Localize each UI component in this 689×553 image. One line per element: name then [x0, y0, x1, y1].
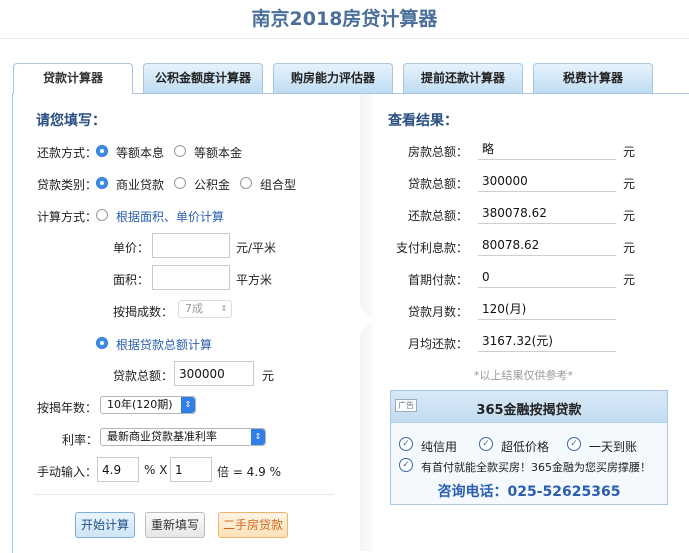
check-icon: ✓ [479, 437, 493, 451]
total-loan-unit: 元 [262, 369, 275, 383]
result-value-monthly: 3167.32(元) [478, 332, 616, 352]
repay-method-label: 还款方式： [37, 146, 98, 160]
tab-affordability-assessor[interactable]: 购房能力评估器 [273, 63, 393, 93]
result-value-loan-total: 300000 [478, 172, 616, 192]
form-panel [13, 94, 359, 551]
result-value-interest: 80078.62 [478, 236, 616, 256]
result-label-house-total: 房款总额： [407, 145, 468, 159]
rate-multiplier-input[interactable] [170, 457, 212, 482]
rate-select[interactable]: 最新商业贷款基准利率 ⇕ [100, 428, 266, 446]
tab-loan-calculator[interactable]: 贷款计算器 [13, 63, 133, 94]
ad-phone[interactable]: 咨询电话：025-52625365 [391, 481, 667, 501]
radio-commercial-loan[interactable] [96, 177, 108, 189]
result-unit-repay-total: 元 [623, 209, 636, 223]
by-total-loan-label: 根据贷款总额计算 [116, 338, 213, 352]
check-icon: ✓ [567, 437, 581, 451]
divider-arrow [360, 306, 372, 334]
loan-type-label: 贷款类别： [37, 178, 98, 192]
result-unit-interest: 元 [623, 241, 636, 255]
unit-price-input[interactable] [152, 233, 230, 258]
result-value-repay-total: 380078.62 [478, 204, 616, 224]
unit-price-label: 单价： [113, 241, 150, 255]
check-icon: ✓ [399, 458, 413, 472]
updown-chevron-icon: ⇕ [181, 397, 195, 413]
title-divider [0, 38, 689, 39]
tab-housing-fund-calculator[interactable]: 公积金额度计算器 [143, 63, 263, 93]
years-select[interactable]: 10年(120期) ⇕ [100, 396, 196, 414]
manual-rate-input[interactable] [97, 457, 139, 482]
result-unit-loan-total: 元 [623, 177, 636, 191]
check-icon: ✓ [399, 437, 413, 451]
mortgage-ratio-select[interactable]: 7成 ⇕ [178, 300, 232, 318]
area-label: 面积： [113, 273, 150, 287]
page-title: 南京2018房贷计算器 [251, 8, 438, 30]
radio-equal-installment[interactable] [96, 145, 108, 157]
housing-fund-label: 公积金 [194, 178, 231, 192]
tab-prepayment-calculator[interactable]: 提前还款计算器 [403, 63, 523, 93]
result-unit-house-total: 元 [623, 145, 636, 159]
total-loan-label: 贷款总额： [113, 369, 174, 383]
equal-principal-label: 等额本金 [194, 146, 243, 160]
result-label-repay-total: 还款总额： [407, 209, 468, 223]
mortgage-ratio-label: 按揭成数： [113, 305, 174, 319]
result-label-monthly: 月均还款： [407, 337, 468, 351]
manual-input-label: 手动输入： [37, 465, 98, 479]
years-label: 按揭年数： [37, 401, 98, 415]
years-value: 10年(120期) [107, 398, 173, 411]
result-value-months: 120(月) [478, 300, 616, 320]
by-area-price-label: 根据面积、单价计算 [116, 210, 225, 224]
tab-tax-calculator[interactable]: 税费计算器 [533, 63, 653, 93]
results-heading: 查看结果： [388, 113, 458, 129]
ad-slogan: 有首付就能全款买房！365金融为您买房撑腰！ [421, 461, 651, 474]
commercial-loan-label: 商业贷款 [116, 178, 165, 192]
radio-by-area-price[interactable] [96, 209, 108, 221]
radio-by-total-loan[interactable] [96, 337, 108, 349]
results-disclaimer: *以上结果仅供参考* [474, 369, 573, 382]
ad-feature-speed: 一天到账 [589, 440, 638, 454]
ad-header: 广告 365金融按揭贷款 [391, 391, 667, 423]
result-label-loan-total: 贷款总额： [407, 177, 468, 191]
calc-method-label: 计算方式： [37, 210, 98, 224]
result-label-down-payment: 首期付款： [407, 273, 468, 287]
radio-housing-fund[interactable] [174, 177, 186, 189]
area-unit: 平方米 [236, 273, 273, 287]
second-hand-loan-button[interactable]: 二手房贷款 [218, 512, 288, 538]
radio-combined-loan[interactable] [240, 177, 252, 189]
ad-feature-credit: 纯信用 [421, 440, 458, 454]
ad-title: 365金融按揭贷款 [476, 403, 582, 418]
percent-times-label: % X [144, 463, 168, 477]
combined-loan-label: 组合型 [260, 178, 297, 192]
result-unit-down-payment: 元 [623, 273, 636, 287]
updown-chevron-icon: ⇕ [251, 429, 265, 445]
updown-chevron-icon: ⇕ [217, 301, 231, 317]
result-value-house-total: 略 [478, 140, 616, 160]
rate-value: 最新商业贷款基准利率 [107, 430, 217, 443]
form-divider [34, 494, 334, 495]
start-calculate-button[interactable]: 开始计算 [75, 512, 135, 538]
result-label-months: 贷款月数： [407, 305, 468, 319]
result-label-interest: 支付利息款： [395, 241, 468, 255]
unit-price-unit: 元/平米 [236, 241, 277, 255]
ad-feature-price: 超低价格 [501, 440, 550, 454]
area-input[interactable] [152, 265, 230, 290]
total-loan-input[interactable] [174, 361, 254, 386]
form-heading: 请您填写： [36, 113, 106, 129]
radio-equal-principal[interactable] [174, 145, 186, 157]
reset-button[interactable]: 重新填写 [145, 512, 205, 538]
mortgage-ratio-value: 7成 [185, 302, 203, 315]
equal-installment-label: 等额本息 [116, 146, 165, 160]
rate-label: 利率： [62, 433, 99, 447]
manual-rate-result: 倍 = 4.9 % [217, 465, 281, 479]
ad-banner[interactable]: 广告 365金融按揭贷款 ✓ 纯信用 ✓ 超低价格 ✓ 一天到账 ✓ 有首付就能… [390, 390, 668, 505]
result-value-down-payment: 0 [478, 268, 616, 288]
